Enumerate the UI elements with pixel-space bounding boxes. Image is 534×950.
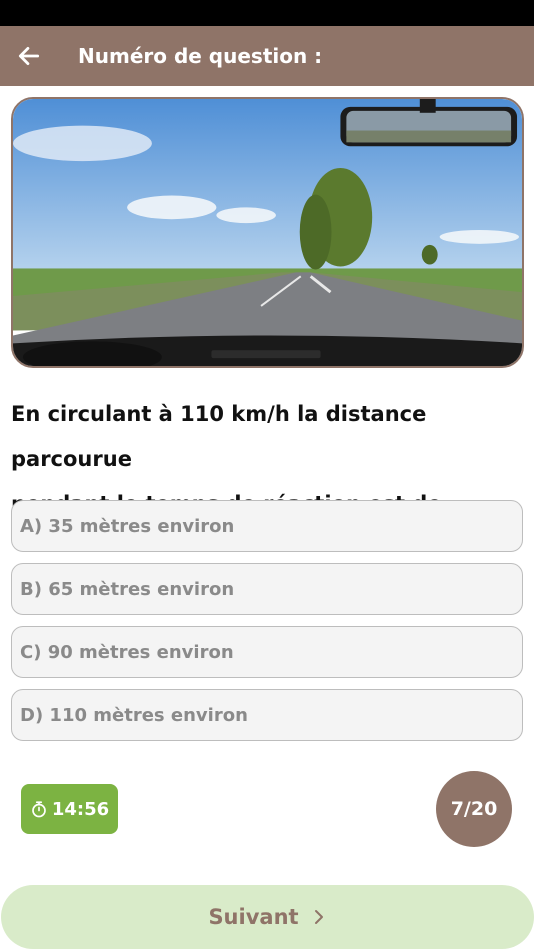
status-bar	[0, 0, 534, 26]
question-line: En circulant à 110 km/h la distance parc…	[11, 402, 427, 471]
answer-list: A) 35 mètres environ B) 65 mètres enviro…	[11, 500, 523, 752]
back-button[interactable]	[0, 26, 58, 86]
chevron-right-icon	[314, 910, 323, 924]
answer-option-a[interactable]: A) 35 mètres environ	[11, 500, 523, 552]
stopwatch-icon	[32, 801, 46, 818]
next-button[interactable]: Suivant	[1, 885, 534, 949]
question-image	[11, 97, 524, 368]
app-header: Numéro de question :	[0, 26, 534, 86]
timer-value: 14:56	[51, 798, 110, 820]
answer-option-d[interactable]: D) 110 mètres environ	[11, 689, 523, 741]
question-counter: 7/20	[436, 771, 512, 847]
arrow-left-icon	[18, 47, 40, 65]
answer-option-c[interactable]: C) 90 mètres environ	[11, 626, 523, 678]
timer-badge: 14:56	[21, 784, 118, 834]
answer-option-b[interactable]: B) 65 mètres environ	[11, 563, 523, 615]
page-title: Numéro de question :	[78, 44, 323, 68]
next-button-label: Suivant	[208, 905, 299, 929]
